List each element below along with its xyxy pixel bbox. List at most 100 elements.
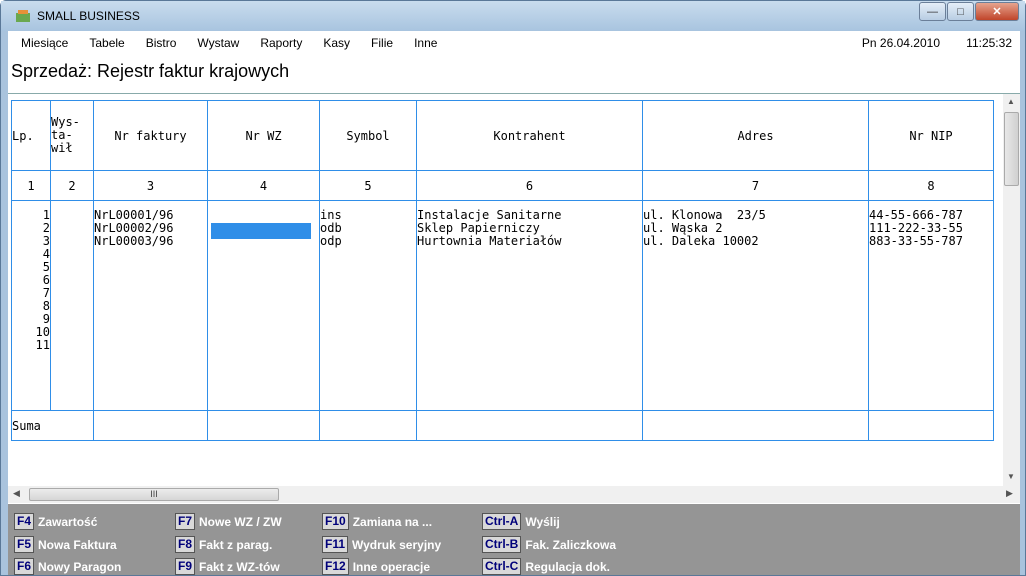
key-badge: Ctrl-C bbox=[482, 558, 522, 575]
kontrahent-value: Hurtownia Materiałów bbox=[417, 234, 562, 248]
suma-row: Suma bbox=[11, 410, 994, 441]
page-title: Sprzedaż: Rejestr faktur krajowych bbox=[11, 61, 290, 81]
col-number: 8 bbox=[868, 170, 994, 201]
fkey-f4[interactable]: F4 Zawartość bbox=[14, 513, 97, 530]
fkey-label: Fakt z WZ-tów bbox=[199, 559, 280, 574]
suma-cell bbox=[93, 410, 208, 441]
key-badge: F9 bbox=[175, 558, 196, 575]
key-badge: F12 bbox=[322, 558, 349, 575]
fkey-f8[interactable]: F8 Fakt z parag. bbox=[175, 536, 272, 553]
col-number: 4 bbox=[207, 170, 320, 201]
fkey-f12[interactable]: F12 Inne operacje bbox=[322, 558, 430, 575]
col-header-nr-faktury[interactable]: Nr faktury bbox=[93, 100, 208, 171]
fkey-ctrl-b[interactable]: Ctrl-B Fak. Zaliczkowa bbox=[482, 536, 616, 553]
key-badge: F11 bbox=[322, 536, 349, 553]
time-display: 11:25:32 bbox=[966, 36, 1012, 50]
faktura-cell[interactable]: NrL00001/96 NrL00002/96 NrL00003/96 bbox=[93, 200, 208, 411]
scroll-up-arrow-icon[interactable]: ▲ bbox=[1007, 97, 1015, 106]
fkey-f5[interactable]: F5 Nowa Faktura bbox=[14, 536, 117, 553]
menu-kasy[interactable]: Kasy bbox=[323, 36, 350, 50]
fkey-f9[interactable]: F9 Fakt z WZ-tów bbox=[175, 558, 280, 575]
fkey-f10[interactable]: F10 Zamiana na ... bbox=[322, 513, 432, 530]
suma-cell bbox=[319, 410, 417, 441]
vertical-scrollbar[interactable]: ▲ ▼ bbox=[1003, 94, 1020, 486]
fkey-label: Zamiana na ... bbox=[352, 514, 433, 529]
close-button[interactable]: ✕ bbox=[975, 2, 1019, 21]
key-badge: Ctrl-A bbox=[482, 513, 522, 530]
fkey-ctrl-c[interactable]: Ctrl-C Regulacja dok. bbox=[482, 558, 610, 575]
key-badge: F10 bbox=[322, 513, 349, 530]
col-number: 7 bbox=[642, 170, 869, 201]
key-badge: Ctrl-B bbox=[482, 536, 522, 553]
vertical-scroll-thumb[interactable] bbox=[1004, 112, 1019, 186]
col-number: 1 bbox=[11, 170, 51, 201]
fkey-f7[interactable]: F7 Nowe WZ / ZW bbox=[175, 513, 282, 530]
horizontal-scrollbar[interactable]: ◀ III ▶ bbox=[8, 486, 1020, 503]
key-badge: F4 bbox=[14, 513, 35, 530]
col-header-nr-wz[interactable]: Nr WZ bbox=[207, 100, 320, 171]
menu-filie[interactable]: Filie bbox=[371, 36, 393, 50]
col-number: 3 bbox=[93, 170, 208, 201]
title-bar[interactable]: SMALL BUSINESS — □ ✕ bbox=[1, 1, 1025, 31]
suma-cell bbox=[868, 410, 994, 441]
wystawil-cell[interactable] bbox=[50, 200, 94, 411]
adres-value: ul. Daleka 10002 bbox=[643, 234, 759, 248]
scroll-right-arrow-icon[interactable]: ▶ bbox=[1006, 488, 1013, 499]
symbol-cell[interactable]: ins odb odp bbox=[319, 200, 417, 411]
fkey-label: Zawartość bbox=[38, 514, 98, 529]
adres-cell[interactable]: ul. Klonowa 23/5 ul. Wąska 2 ul. Daleka … bbox=[642, 200, 869, 411]
fkey-label: Wyślij bbox=[525, 514, 560, 529]
scroll-down-arrow-icon[interactable]: ▼ bbox=[1007, 472, 1015, 481]
window-title: SMALL BUSINESS bbox=[37, 9, 140, 23]
col-number: 2 bbox=[50, 170, 94, 201]
fkey-f6[interactable]: F6 Nowy Paragon bbox=[14, 558, 121, 575]
suma-cell bbox=[642, 410, 869, 441]
col-number: 6 bbox=[416, 170, 643, 201]
col-header-symbol[interactable]: Symbol bbox=[319, 100, 417, 171]
invoice-grid: Lp. Wys- ta- wił Nr faktury Nr WZ Symbol… bbox=[8, 93, 1020, 486]
col-header-wystawil[interactable]: Wys- ta- wił bbox=[50, 100, 94, 171]
key-badge: F8 bbox=[175, 536, 196, 553]
suma-cell bbox=[416, 410, 643, 441]
column-number-row: 1 2 3 4 5 6 7 8 bbox=[11, 170, 994, 201]
col-header-nr-nip[interactable]: Nr NIP bbox=[868, 100, 994, 171]
client-area: Miesiące Tabele Bistro Wystaw Raporty Ka… bbox=[8, 31, 1020, 575]
scroll-left-arrow-icon[interactable]: ◀ bbox=[13, 488, 20, 499]
menu-wystaw[interactable]: Wystaw bbox=[197, 36, 239, 50]
col-header-lp[interactable]: Lp. bbox=[11, 100, 51, 171]
lp-number: 11 bbox=[35, 338, 50, 352]
fkey-label: Nowy Paragon bbox=[38, 559, 122, 574]
fkey-label: Nowa Faktura bbox=[38, 537, 117, 552]
app-icon bbox=[16, 10, 30, 22]
nip-cell[interactable]: 44-55-666-787 111-222-33-55 883-33-55-78… bbox=[868, 200, 994, 411]
col-header-adres[interactable]: Adres bbox=[642, 100, 869, 171]
fkey-label: Inne operacje bbox=[352, 559, 431, 574]
col-number: 5 bbox=[319, 170, 417, 201]
menu-raporty[interactable]: Raporty bbox=[260, 36, 302, 50]
key-badge: F5 bbox=[14, 536, 35, 553]
suma-label: Suma bbox=[11, 410, 94, 441]
faktura-value: NrL00003/96 bbox=[94, 234, 174, 248]
kontrahent-cell[interactable]: Instalacje Sanitarne Sklep Papierniczy H… bbox=[416, 200, 643, 411]
fkey-ctrl-a[interactable]: Ctrl-A Wyślij bbox=[482, 513, 560, 530]
header-row: Lp. Wys- ta- wił Nr faktury Nr WZ Symbol… bbox=[11, 100, 994, 171]
horizontal-scroll-thumb[interactable]: III bbox=[29, 488, 279, 501]
fkey-f11[interactable]: F11 Wydruk seryjny bbox=[322, 536, 441, 553]
menu-bar: Miesiące Tabele Bistro Wystaw Raporty Ka… bbox=[8, 31, 1020, 55]
invoice-table: Lp. Wys- ta- wił Nr faktury Nr WZ Symbol… bbox=[11, 100, 994, 441]
selected-cell-highlight[interactable] bbox=[211, 223, 311, 239]
function-key-panel: F4 Zawartość F5 Nowa Faktura F6 Nowy Par… bbox=[8, 504, 1020, 575]
menu-bistro[interactable]: Bistro bbox=[146, 36, 177, 50]
maximize-button[interactable]: □ bbox=[947, 2, 974, 21]
lp-cell[interactable]: 1 2 3 4 5 6 7 8 9 10 11 bbox=[11, 200, 51, 411]
menu-tabele[interactable]: Tabele bbox=[89, 36, 124, 50]
minimize-button[interactable]: — bbox=[919, 2, 946, 21]
menu-inne[interactable]: Inne bbox=[414, 36, 437, 50]
wys-line: wił bbox=[51, 141, 73, 155]
data-rows: 1 2 3 4 5 6 7 8 9 10 11 NrL00001/96 NrL0… bbox=[11, 200, 994, 411]
nr-wz-cell[interactable] bbox=[207, 200, 320, 411]
app-window: SMALL BUSINESS — □ ✕ Miesiące Tabele Bis… bbox=[0, 0, 1026, 576]
menu-miesiace[interactable]: Miesiące bbox=[21, 36, 68, 50]
fkey-label: Regulacja dok. bbox=[525, 559, 611, 574]
col-header-kontrahent[interactable]: Kontrahent bbox=[416, 100, 643, 171]
